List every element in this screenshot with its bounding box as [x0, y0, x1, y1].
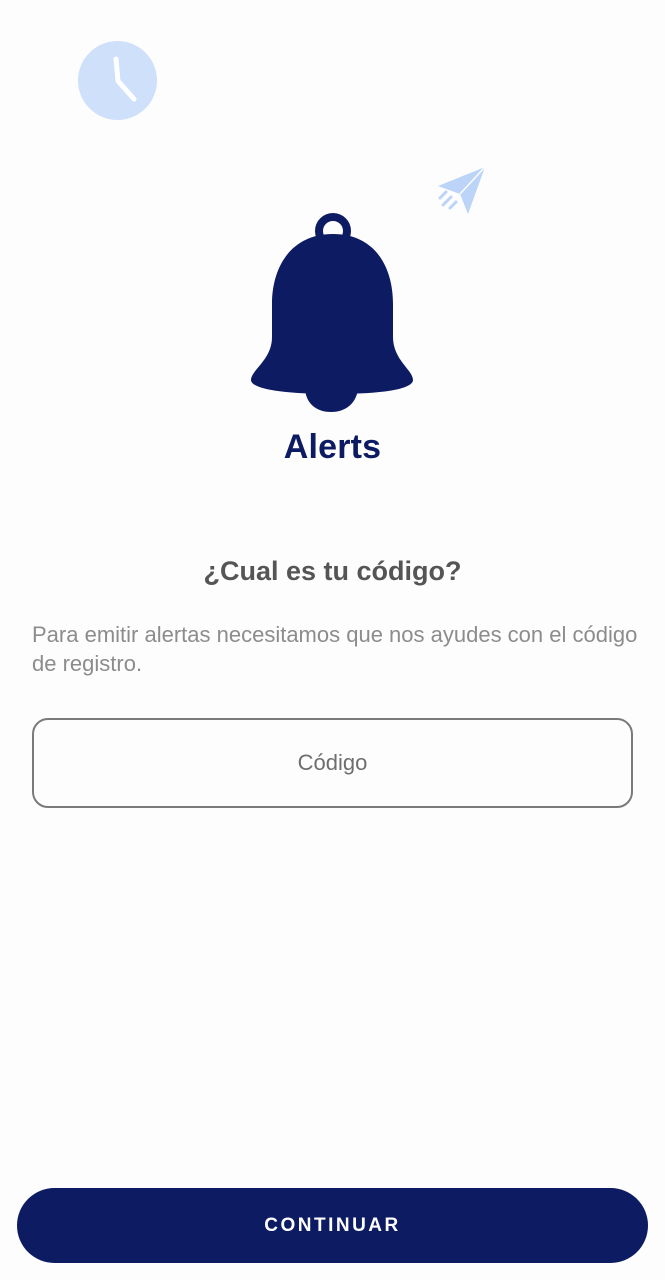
- continue-button[interactable]: CONTINUAR: [17, 1188, 648, 1263]
- clock-icon: [78, 41, 157, 120]
- code-description: Para emitir alertas necesitamos que nos …: [32, 622, 638, 676]
- paper-plane-icon: [436, 164, 488, 216]
- code-question-heading: ¿Cual es tu código?: [203, 556, 462, 586]
- bell-icon: [247, 212, 417, 416]
- code-input[interactable]: [32, 718, 633, 808]
- app-title: Alerts: [283, 428, 382, 466]
